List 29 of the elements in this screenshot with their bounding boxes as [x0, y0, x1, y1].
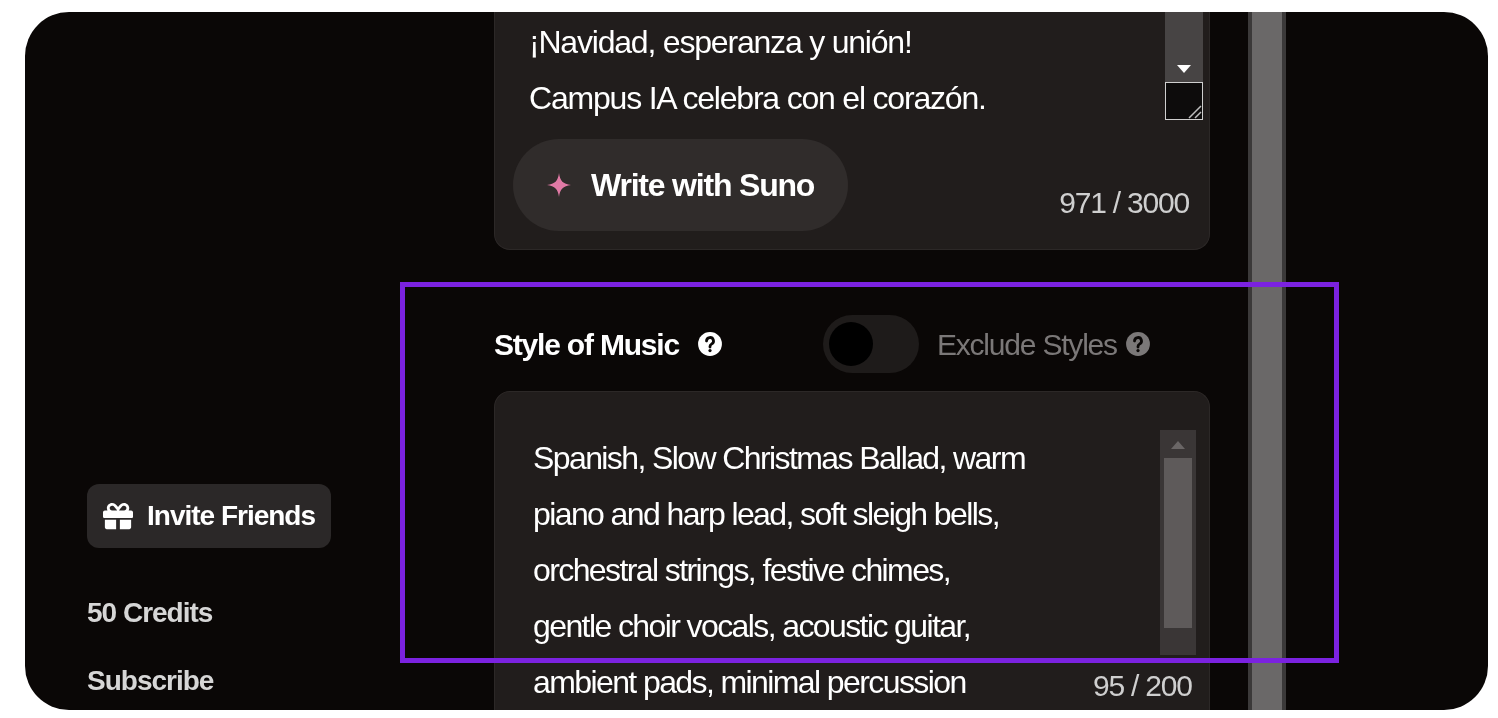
write-with-suno-button[interactable]: Write with Suno: [513, 139, 849, 231]
down-arrow-icon: [1176, 64, 1192, 74]
style-text-line: gentle choir vocals, acoustic guitar,: [533, 607, 972, 646]
lyrics-line: Campus IA celebra con el corazón.: [529, 79, 987, 118]
style-text-line: Spanish, Slow Christmas Ballad, warm: [533, 439, 1026, 478]
subscribe-link[interactable]: Subscribe: [87, 660, 214, 702]
character-counter: 971 / 3000: [1059, 185, 1189, 221]
exclude-styles-label: Exclude Styles: [936, 326, 1117, 363]
up-arrow-icon: [1169, 440, 1186, 450]
style-character-counter: 95 / 200: [1093, 668, 1192, 704]
style-box[interactable]: Spanish, Slow Christmas Ballad, warm piano and harp lead, soft sleigh bells, orchestral strings, festive chimes, gentle choir vocals, acoustic guitar, ambient pads, minimal percussion 95 / 200: [494, 391, 1210, 710]
style-text-line: ambient pads, minimal percussion: [533, 663, 967, 702]
resize-handle[interactable]: [1165, 82, 1203, 120]
lyrics-box[interactable]: ¡Navidad, esperanza y unión! Campus IA celebra con el corazón. Write with Suno 971 / 3000: [494, 12, 1210, 250]
style-of-music-label: Style of Music: [494, 326, 679, 363]
help-icon: [1124, 331, 1151, 357]
style-text-line: orchestral strings, festive chimes,: [533, 551, 952, 590]
gift-icon: [103, 501, 133, 531]
sparkle-icon: [547, 173, 571, 197]
invite-friends-button[interactable]: Invite Friends: [87, 484, 332, 548]
scrollbar[interactable]: [1165, 12, 1203, 82]
page-scrollbar[interactable]: [1252, 12, 1282, 710]
style-text-line: piano and harp lead, soft sleigh bells,: [533, 495, 1000, 534]
scrollbar-thumb[interactable]: [1163, 458, 1192, 628]
credits-text: 50 Credits: [87, 596, 213, 630]
resize-grip-icon: [1186, 103, 1202, 119]
lyrics-line: ¡Navidad, esperanza y unión!: [529, 23, 913, 62]
style-scrollbar[interactable]: [1159, 430, 1196, 655]
help-icon: [696, 331, 723, 357]
